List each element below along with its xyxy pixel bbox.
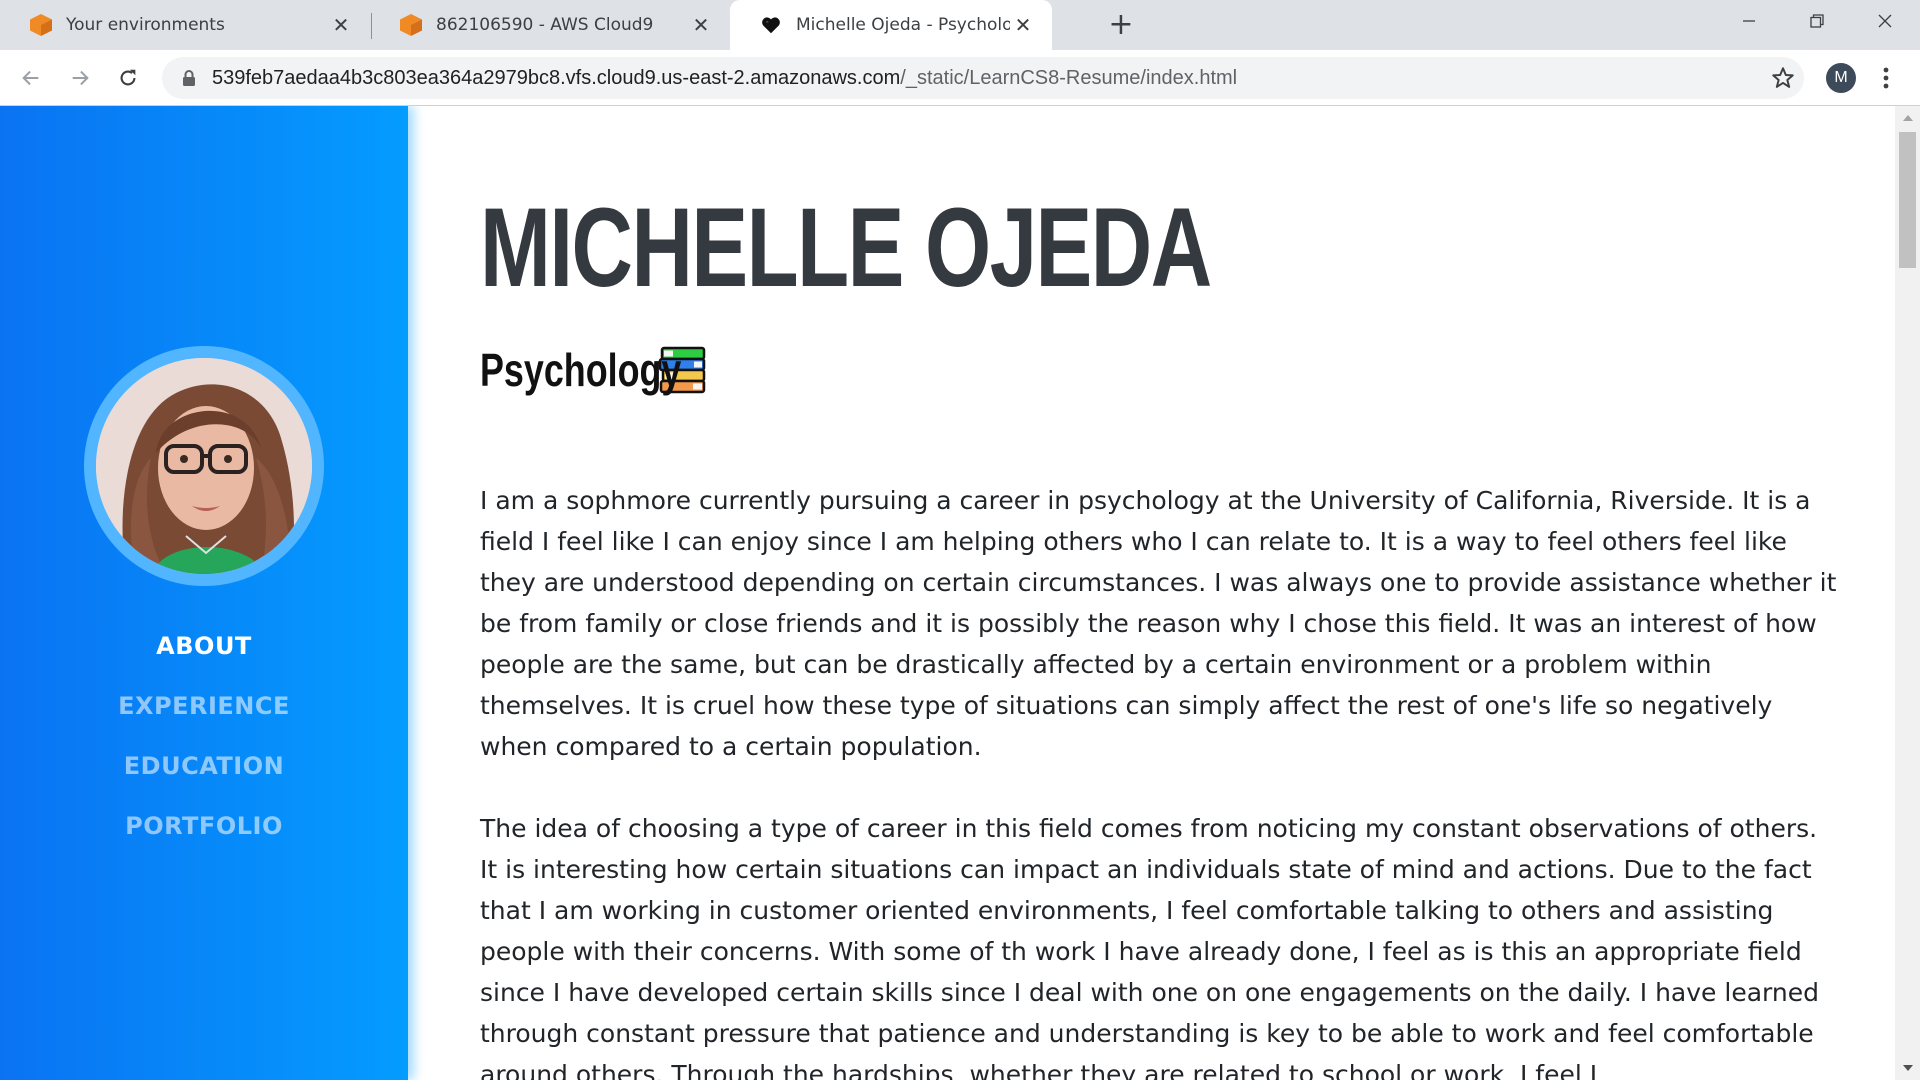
- section-nav: ABOUT EXPERIENCE EDUCATION PORTFOLIO: [0, 616, 408, 856]
- tab-close-icon[interactable]: ✕: [328, 12, 354, 38]
- black-heart-icon: [760, 14, 782, 36]
- profile-photo: [96, 358, 312, 574]
- back-button[interactable]: [14, 61, 48, 95]
- tab-aws-cloud9[interactable]: 862106590 - AWS Cloud9 ✕: [370, 0, 730, 50]
- tab-close-icon[interactable]: ✕: [1010, 12, 1036, 38]
- page-viewport: ABOUT EXPERIENCE EDUCATION PORTFOLIO MIC…: [0, 106, 1895, 1080]
- tab-your-environments[interactable]: Your environments ✕: [0, 0, 370, 50]
- about-paragraph: The idea of choosing a type of career in…: [480, 814, 1819, 1080]
- restore-button[interactable]: [1788, 0, 1846, 42]
- aws-cloud9-icon: [400, 14, 422, 36]
- scrollbar-thumb[interactable]: [1899, 132, 1916, 268]
- tab-close-icon[interactable]: ✕: [688, 12, 714, 38]
- address-bar[interactable]: 539feb7aedaa4b3c803ea364a2979bc8.vfs.clo…: [162, 57, 1804, 99]
- nav-education[interactable]: EDUCATION: [0, 736, 408, 796]
- profile-photo-frame: [84, 346, 324, 586]
- minimize-icon: [1743, 20, 1755, 22]
- subtitle: Psychology: [480, 342, 708, 398]
- url-path: /_static/LearnCS8-Resume/index.html: [900, 67, 1238, 89]
- profile-avatar[interactable]: M: [1826, 63, 1856, 93]
- forward-arrow-icon: [72, 70, 89, 86]
- nav-about[interactable]: ABOUT: [0, 616, 408, 676]
- subtitle-text: Psychology: [480, 344, 682, 396]
- restore-icon: [1810, 14, 1824, 28]
- reload-icon: [120, 69, 136, 86]
- lock-icon: [183, 70, 195, 86]
- page-scrollbar[interactable]: [1895, 106, 1920, 1080]
- bookmark-star-icon[interactable]: [1770, 65, 1796, 91]
- tab-title: 862106590 - AWS Cloud9: [436, 15, 654, 35]
- more-menu-icon[interactable]: [1876, 64, 1896, 92]
- forward-button[interactable]: [63, 61, 97, 95]
- minimize-button[interactable]: [1720, 0, 1778, 42]
- url-host: 539feb7aedaa4b3c803ea364a2979bc8.vfs.clo…: [212, 67, 901, 89]
- tab-michelle-ojeda[interactable]: Michelle Ojeda - Psychology ✕: [730, 0, 1052, 50]
- page-title: MICHELLE OJEDA: [480, 185, 1212, 310]
- tab-title: Michelle Ojeda - Psychology: [796, 15, 1010, 35]
- tab-strip: Your environments ✕ 862106590 - AWS Clou…: [0, 0, 1920, 50]
- sidebar: ABOUT EXPERIENCE EDUCATION PORTFOLIO: [0, 106, 408, 1080]
- close-icon: [1878, 14, 1892, 28]
- window-close-button[interactable]: [1856, 0, 1914, 42]
- reload-button[interactable]: [111, 61, 145, 95]
- scroll-up-arrow-icon[interactable]: [1895, 106, 1920, 130]
- nav-portfolio[interactable]: PORTFOLIO: [0, 796, 408, 856]
- url-text[interactable]: 539feb7aedaa4b3c803ea364a2979bc8.vfs.clo…: [212, 57, 1237, 99]
- aws-cloud9-icon: [30, 14, 52, 36]
- scroll-down-arrow-icon[interactable]: [1895, 1056, 1920, 1080]
- nav-experience[interactable]: EXPERIENCE: [0, 676, 408, 736]
- tab-title: Your environments: [66, 15, 225, 35]
- back-arrow-icon: [22, 70, 39, 86]
- new-tab-button[interactable]: +: [1106, 10, 1136, 40]
- browser-toolbar: 539feb7aedaa4b3c803ea364a2979bc8.vfs.clo…: [0, 50, 1920, 106]
- about-paragraph: I am a sophmore currently pursuing a car…: [480, 486, 1837, 761]
